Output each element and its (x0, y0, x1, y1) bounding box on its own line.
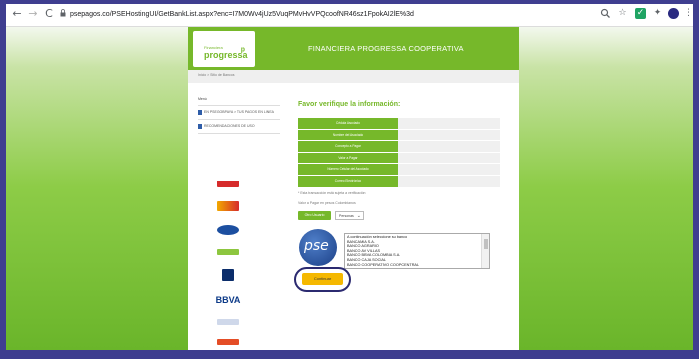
form-title: Favor verifique la información: (298, 101, 401, 108)
document-icon (198, 124, 202, 129)
row-label: Valor a Pagar (298, 152, 398, 165)
table-row: Valor a Pagar (298, 152, 500, 165)
site-container: Financiera progressa ᵖ FINANCIERA PROGRE… (188, 27, 519, 350)
table-row: Concepto a Pagar (298, 141, 500, 153)
progressa-logo[interactable]: Financiera progressa ᵖ (193, 31, 255, 67)
row-label: Cédula Asociado (298, 118, 398, 130)
bank-logo-davivienda (217, 201, 239, 211)
banner-title: FINANCIERA PROGRESSA COOPERATIVA (308, 44, 464, 53)
row-value (398, 118, 500, 130)
table-row: Número Celular del Asociado (298, 164, 500, 176)
sidebar-item-label: EN PSEGOBPAYA > TUS PAGOS EN LINEA (204, 110, 274, 114)
divider (198, 105, 280, 106)
screen-frame: ← → C psepagos.co/PSEHostingUI/GetBankLi… (0, 0, 699, 350)
pse-logo-text: pse (304, 238, 329, 254)
table-row: Correo Electrónico (298, 175, 500, 188)
profile-avatar-icon[interactable] (668, 8, 679, 19)
table-row: Nombre del Asociado (298, 129, 500, 142)
bank-logo-bbva: BBVA (215, 295, 241, 305)
chevron-down-icon: ⌄ (356, 213, 361, 219)
person-type-value: Personas (339, 214, 354, 218)
breadcrumb-text[interactable]: Inicio > Sitio de Bancos (198, 73, 234, 77)
bank-logo-pichincha (217, 319, 239, 325)
row-label: Concepto a Pagar (298, 141, 398, 153)
breadcrumb: Inicio > Sitio de Bancos (188, 70, 519, 83)
person-type-select[interactable]: Personas ⌄ (335, 211, 364, 220)
bank-option[interactable]: BANCO COOPERATIVO COOPCENTRAL (347, 263, 479, 268)
row-value (398, 164, 500, 176)
bank-logo-itau (222, 269, 234, 281)
continue-button[interactable]: Continuar (302, 273, 343, 285)
extensions-puzzle-icon[interactable]: ✦ (652, 8, 663, 19)
bank-logo-column: BBVA (208, 177, 248, 359)
currency-note: Valor a Pagar en pesos Colombianos (298, 201, 356, 205)
divider (198, 133, 280, 134)
back-button[interactable]: ← (10, 7, 24, 21)
bank-logo-popular (217, 225, 239, 235)
divider (198, 119, 280, 120)
browser-toolbar: ← → C psepagos.co/PSEHostingUI/GetBankLi… (6, 4, 693, 27)
home-icon (198, 110, 202, 115)
bank-select-list[interactable]: A continuación seleccione su banco BANCA… (344, 233, 490, 269)
bank-logo-occidente (217, 249, 239, 255)
sidebar-item-pse[interactable]: EN PSEGOBPAYA > TUS PAGOS EN LINEA (198, 110, 280, 115)
bookmark-star-icon[interactable]: ☆ (617, 8, 628, 19)
page-viewport: Financiera progressa ᵖ FINANCIERA PROGRE… (6, 27, 693, 350)
reload-button[interactable]: C (42, 7, 56, 21)
sidebar-item-recomendaciones[interactable]: RECOMENDACIONES DE USO (198, 124, 280, 129)
zoom-icon[interactable] (600, 8, 611, 19)
logo-mark-icon: ᵖ (241, 46, 245, 57)
row-value (398, 141, 500, 153)
forward-button[interactable]: → (26, 7, 40, 21)
row-label: Correo Electrónico (298, 175, 398, 188)
row-label: Número Celular del Asociado (298, 164, 398, 176)
list-scrollbar[interactable] (481, 234, 489, 268)
bank-logo-colombia (217, 177, 239, 187)
extension-check-icon[interactable]: ✓ (635, 8, 646, 19)
scrollbar-thumb[interactable] (484, 239, 488, 249)
sidebar: Menú EN PSEGOBPAYA > TUS PAGOS EN LINEA … (198, 97, 280, 134)
bank-logo-falabella (217, 339, 239, 345)
pse-logo: pse (299, 229, 337, 266)
address-bar[interactable]: psepagos.co/PSEHostingUI/GetBankList.asp… (70, 7, 414, 22)
other-user-button[interactable]: Otro Usuario (298, 211, 331, 220)
sidebar-title: Menú (198, 97, 207, 101)
browser-menu-icon[interactable]: ⋮ (683, 8, 694, 19)
row-value (398, 152, 500, 165)
row-value (398, 175, 500, 188)
table-row: Cédula Asociado (298, 118, 500, 130)
row-value (398, 129, 500, 142)
info-table: Cédula Asociado Nombre del Asociado Conc… (298, 118, 500, 188)
row-label: Nombre del Asociado (298, 129, 398, 142)
sidebar-item-label: RECOMENDACIONES DE USO (204, 124, 255, 128)
verification-note: * Esta transacción está sujeta a verific… (298, 191, 366, 195)
lock-icon (60, 9, 66, 17)
header-banner: Financiera progressa ᵖ FINANCIERA PROGRE… (188, 27, 519, 70)
